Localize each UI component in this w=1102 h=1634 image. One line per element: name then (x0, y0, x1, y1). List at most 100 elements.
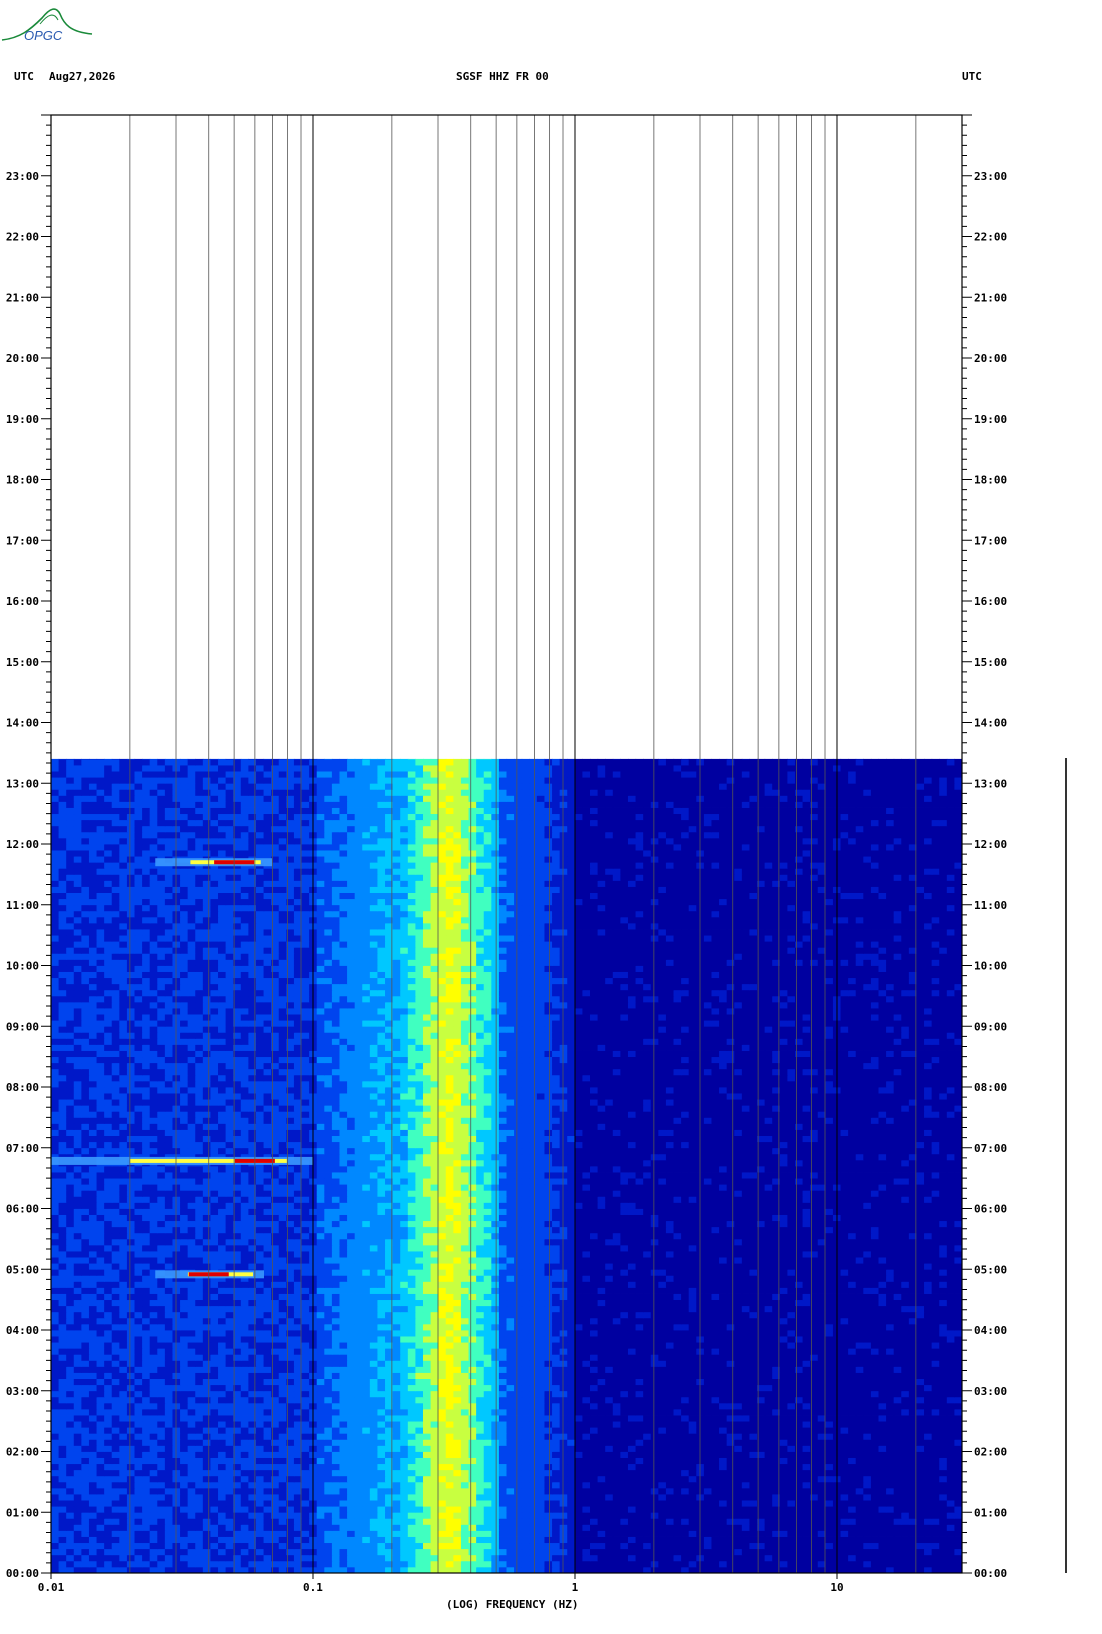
heatmap-cell (51, 1524, 60, 1531)
heatmap-cell (681, 1524, 690, 1531)
heatmap-cell (825, 1427, 834, 1434)
heatmap-cell (635, 1445, 644, 1452)
heatmap-cell (681, 1354, 690, 1361)
heatmap-cell (939, 1463, 948, 1471)
heatmap-cell (104, 1518, 113, 1525)
heatmap-cell (51, 1427, 60, 1434)
heatmap-cell (369, 1487, 379, 1495)
heatmap-cell (620, 1366, 629, 1373)
heatmap-cell (643, 1475, 652, 1483)
heatmap-cell (278, 1336, 287, 1343)
heatmap-cell (612, 1463, 621, 1471)
heatmap-cell (673, 1518, 682, 1525)
heatmap-cell (886, 1475, 895, 1483)
heatmap-cell (195, 1530, 204, 1537)
heatmap-cell (924, 1494, 933, 1501)
heatmap-cell (658, 1348, 667, 1355)
heatmap-cell (96, 1536, 105, 1544)
heatmap-cell (673, 1463, 682, 1471)
heatmap-cell (58, 1402, 67, 1410)
heatmap-cell (119, 1475, 128, 1483)
heatmap-cell (415, 1554, 424, 1562)
heatmap-cell (939, 1500, 948, 1507)
heatmap-cell (590, 1469, 599, 1477)
heatmap-cell (240, 1390, 249, 1398)
heatmap-cell (51, 1366, 60, 1373)
heatmap-cell (916, 1360, 925, 1367)
heatmap-cell (324, 1317, 333, 1325)
heatmap-cell (407, 1427, 416, 1434)
heatmap-cell (673, 1536, 682, 1544)
heatmap-cell (491, 1372, 500, 1379)
heatmap-cell (552, 1421, 561, 1428)
heatmap-cell (339, 1317, 348, 1325)
heatmap-cell (460, 1475, 470, 1483)
heatmap-cell (392, 1336, 401, 1343)
heatmap-cell (218, 1348, 227, 1355)
heatmap-cell (225, 1518, 234, 1525)
heatmap-cell (681, 1512, 690, 1519)
heatmap-cell (172, 1354, 181, 1361)
heatmap-cell (339, 1542, 348, 1550)
heatmap-cell (878, 1530, 887, 1537)
heatmap-cell (711, 1487, 720, 1495)
heatmap-cell (878, 1402, 887, 1410)
heatmap-cell (855, 1330, 864, 1337)
heatmap-cell (73, 1494, 82, 1501)
heatmap-cell (559, 1530, 568, 1537)
heatmap-cell (688, 1457, 697, 1465)
heatmap-cell (703, 1384, 713, 1392)
heatmap-cell (870, 1506, 880, 1513)
heatmap-cell (73, 1360, 82, 1367)
heatmap-cell (104, 1445, 113, 1452)
heatmap-cell (377, 1457, 386, 1465)
heatmap-cell (157, 1536, 166, 1544)
heatmap-cell (73, 1408, 82, 1416)
heatmap-cell (119, 1481, 128, 1489)
heatmap-cell (476, 1494, 485, 1501)
heatmap-cell (878, 1348, 887, 1355)
heatmap-cell (878, 1336, 887, 1343)
heatmap-cell (445, 1360, 454, 1367)
heatmap-cell (255, 1378, 265, 1386)
heatmap-cell (58, 1360, 67, 1367)
heatmap-cell (157, 1336, 166, 1343)
heatmap-cell (195, 1481, 204, 1489)
heatmap-cell (331, 1512, 341, 1519)
heatmap-cell (855, 1487, 864, 1495)
heatmap-cell (787, 1500, 796, 1507)
heatmap-cell (498, 1427, 508, 1434)
heatmap-cell (218, 1427, 227, 1434)
heatmap-cell (612, 1378, 621, 1386)
heatmap-cell (802, 1536, 811, 1544)
heatmap-cell (362, 1342, 371, 1349)
heatmap-cell (840, 1342, 849, 1349)
heatmap-cell (886, 1560, 895, 1568)
heatmap-cell (643, 1524, 652, 1531)
heatmap-cell (88, 1408, 98, 1416)
heatmap-cell (627, 1360, 637, 1367)
heatmap-cell (218, 1390, 227, 1398)
heatmap-cell (172, 1415, 181, 1422)
heatmap-cell (476, 1500, 485, 1507)
heatmap-cell (468, 1451, 477, 1458)
heatmap-cell (506, 1518, 515, 1525)
heatmap-cell (946, 1378, 956, 1386)
heatmap-cell (612, 1433, 621, 1440)
heatmap-cell (134, 1317, 143, 1325)
heatmap-cell (218, 1366, 227, 1373)
heatmap-cell (51, 1487, 60, 1495)
heatmap-cell (559, 1421, 568, 1428)
heatmap-cell (673, 1433, 682, 1440)
heatmap-cell (536, 1342, 546, 1349)
heatmap-cell (514, 1463, 523, 1471)
heatmap-cell (802, 1360, 811, 1367)
heatmap-cell (438, 1415, 447, 1422)
heatmap-cell (187, 1500, 196, 1507)
heatmap-cell (58, 1548, 67, 1556)
heatmap-cell (559, 1560, 568, 1568)
heatmap-cell (248, 1354, 257, 1361)
heatmap-cell (347, 1348, 356, 1355)
heatmap-cell (567, 1408, 576, 1416)
heatmap-cell (719, 1560, 728, 1568)
